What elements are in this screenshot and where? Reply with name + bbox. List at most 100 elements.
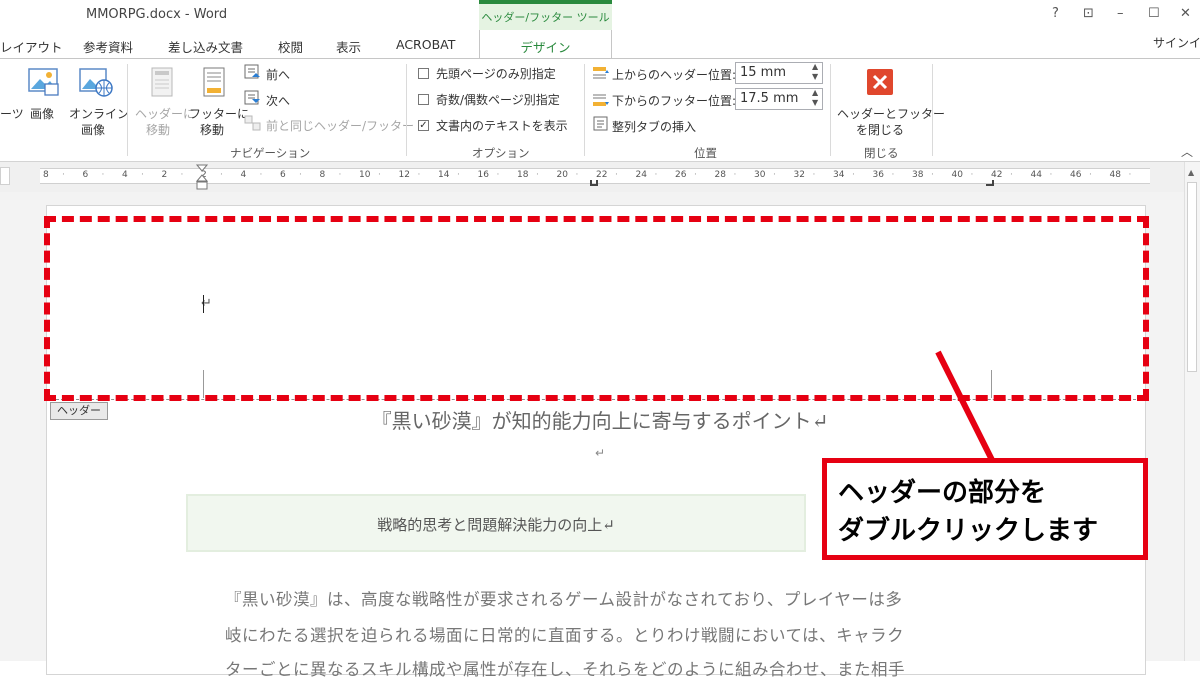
ruler-tick: · bbox=[62, 170, 65, 180]
right-tab-stop-icon[interactable] bbox=[986, 180, 994, 186]
quick-parts-button[interactable]: ーツ bbox=[0, 105, 24, 122]
odd-even-checkbox[interactable] bbox=[418, 94, 429, 105]
ruler-tick: · bbox=[615, 170, 618, 180]
ruler-number: 4 bbox=[240, 170, 247, 180]
navigation-group-label: ナビゲーション bbox=[230, 146, 311, 160]
ruler-number: 12 bbox=[398, 170, 410, 180]
body-line[interactable]: ターごとに異なるスキル構成や属性が存在し、それらをどのように組み合わせ、また相手 bbox=[225, 656, 905, 680]
tab-review[interactable]: 校閲 bbox=[278, 37, 303, 56]
ruler-number: 30 bbox=[754, 170, 766, 180]
vertical-scrollbar[interactable]: ▲ bbox=[1184, 162, 1200, 661]
ruler-tick: · bbox=[1089, 170, 1092, 180]
tab-view[interactable]: 表示 bbox=[336, 37, 361, 56]
body-line[interactable]: 『黒い砂漠』は、高度な戦略性が要求されるゲーム設計がなされており、プレイヤーは多 bbox=[225, 586, 902, 610]
ruler-tick: · bbox=[891, 170, 895, 180]
tab-mailings[interactable]: 差し込み文書 bbox=[168, 37, 243, 56]
ruler-tick: · bbox=[970, 170, 974, 180]
options-group-label: オプション bbox=[472, 146, 530, 160]
header-position-input[interactable]: 15 mm bbox=[735, 62, 823, 84]
minimize-icon[interactable]: – bbox=[1117, 6, 1124, 21]
collapse-ribbon-icon[interactable]: ︿ bbox=[1181, 143, 1193, 160]
first-page-checkbox[interactable] bbox=[418, 68, 429, 79]
insert-alignment-tab-button[interactable]: 整列タブの挿入 bbox=[612, 118, 696, 135]
goto-header-label-1[interactable]: ヘッダーに bbox=[135, 105, 195, 122]
close-icon[interactable]: ✕ bbox=[1180, 6, 1191, 21]
ruler-tick: · bbox=[536, 170, 539, 180]
spin-arrows-icon[interactable]: ▲ ▼ bbox=[812, 88, 818, 108]
callout-text-line-1: ヘッダーの部分を bbox=[838, 478, 1047, 508]
ruler-tick: · bbox=[259, 170, 263, 180]
group-separator bbox=[406, 64, 407, 156]
center-tab-stop-icon[interactable] bbox=[590, 180, 598, 186]
ruler-tick: · bbox=[496, 170, 500, 180]
ruler-number: 46 bbox=[1070, 170, 1082, 180]
indent-marker-icon[interactable] bbox=[196, 164, 208, 192]
previous-icon bbox=[244, 64, 260, 79]
ruler-number: 22 bbox=[596, 170, 608, 180]
ruler-tick: · bbox=[852, 170, 855, 180]
callout-text-line-2: ダブルクリックします bbox=[838, 516, 1099, 546]
ribbon-display-icon[interactable]: ⊡ bbox=[1083, 6, 1094, 21]
ruler-number: 38 bbox=[912, 170, 924, 180]
document-title[interactable]: 『黒い砂漠』が知的能力向上に寄与するポイント↵ bbox=[190, 405, 1010, 434]
footer-position-input[interactable]: 17.5 mm bbox=[735, 88, 823, 110]
show-text-checkbox[interactable]: ✓ bbox=[418, 120, 429, 131]
previous-button[interactable]: 前へ bbox=[266, 66, 290, 83]
ruler-tick: · bbox=[931, 170, 934, 180]
tab-selector[interactable] bbox=[0, 167, 10, 185]
position-group-label: 位置 bbox=[694, 146, 717, 160]
footer-position-icon bbox=[593, 94, 609, 106]
goto-footer-label-1[interactable]: フッターに bbox=[189, 105, 249, 122]
ruler-number: 20 bbox=[556, 170, 568, 180]
picture-button[interactable]: 画像 bbox=[30, 105, 54, 122]
tab-layout[interactable]: レイアウト bbox=[0, 37, 63, 56]
ruler-number: 8 bbox=[319, 170, 326, 180]
ruler-tick: · bbox=[378, 170, 381, 180]
scroll-thumb[interactable] bbox=[1187, 182, 1197, 372]
signin-link[interactable]: サインイン bbox=[1153, 34, 1200, 51]
ruler-number: 2 bbox=[161, 170, 168, 180]
ruler-number: 42 bbox=[991, 170, 1003, 180]
goto-footer-label-2[interactable]: 移動 bbox=[200, 121, 224, 138]
close-header-footer-label-2[interactable]: を閉じる bbox=[856, 121, 904, 138]
document-subtitle[interactable]: 戦略的思考と問題解決能力の向上↵ bbox=[186, 514, 806, 535]
tab-design[interactable]: デザイン bbox=[479, 37, 612, 56]
link-previous-icon bbox=[244, 115, 261, 131]
tab-acrobat[interactable]: ACROBAT bbox=[396, 37, 455, 52]
odd-even-label[interactable]: 奇数/偶数ページ別指定 bbox=[436, 91, 560, 108]
scroll-up-icon[interactable]: ▲ bbox=[1188, 168, 1194, 177]
goto-header-label-2[interactable]: 移動 bbox=[146, 121, 170, 138]
ruler-tick: · bbox=[1010, 170, 1013, 180]
body-line[interactable]: 岐にわたる選択を迫られる場面に日常的に直面する。とりわけ戦闘においては、キャラク bbox=[225, 622, 904, 646]
close-header-footer-label-1[interactable]: ヘッダーとフッター bbox=[837, 105, 945, 122]
ruler-number: 6 bbox=[280, 170, 286, 180]
ruler-number: 34 bbox=[833, 170, 845, 180]
online-picture-label-1[interactable]: オンライン bbox=[69, 105, 129, 122]
ruler-number: 8 bbox=[43, 170, 49, 180]
header-position-icon bbox=[593, 67, 609, 79]
window-title: MMORPG.docx - Word bbox=[86, 7, 228, 22]
next-icon bbox=[244, 90, 260, 105]
online-picture-label-2[interactable]: 画像 bbox=[81, 121, 105, 138]
next-button[interactable]: 次へ bbox=[266, 92, 290, 109]
show-text-label[interactable]: 文書内のテキストを表示 bbox=[436, 117, 568, 134]
ruler-tick: · bbox=[773, 170, 776, 180]
ruler-tick: · bbox=[694, 170, 697, 180]
help-icon[interactable]: ? bbox=[1052, 6, 1059, 21]
close-header-footer-icon bbox=[867, 69, 893, 95]
group-separator bbox=[127, 64, 128, 156]
ruler-number: 36 bbox=[872, 170, 884, 180]
ruler-tick: · bbox=[1049, 170, 1053, 180]
footer-position-value: 17.5 mm bbox=[740, 91, 799, 106]
spin-arrows-icon[interactable]: ▲ ▼ bbox=[812, 62, 818, 82]
maximize-icon[interactable]: ☐ bbox=[1148, 6, 1160, 21]
picture-icon bbox=[28, 68, 59, 96]
callout-pointer bbox=[935, 350, 995, 462]
first-page-label[interactable]: 先頭ページのみ別指定 bbox=[436, 65, 556, 82]
ruler-tick: · bbox=[417, 170, 421, 180]
tab-references[interactable]: 参考資料 bbox=[83, 37, 133, 56]
ruler-tick: · bbox=[1128, 170, 1132, 180]
ruler-tick: · bbox=[733, 170, 737, 180]
ruler-number: 14 bbox=[438, 170, 450, 180]
link-previous-button[interactable]: 前と同じヘッダー/フッター bbox=[266, 117, 414, 134]
